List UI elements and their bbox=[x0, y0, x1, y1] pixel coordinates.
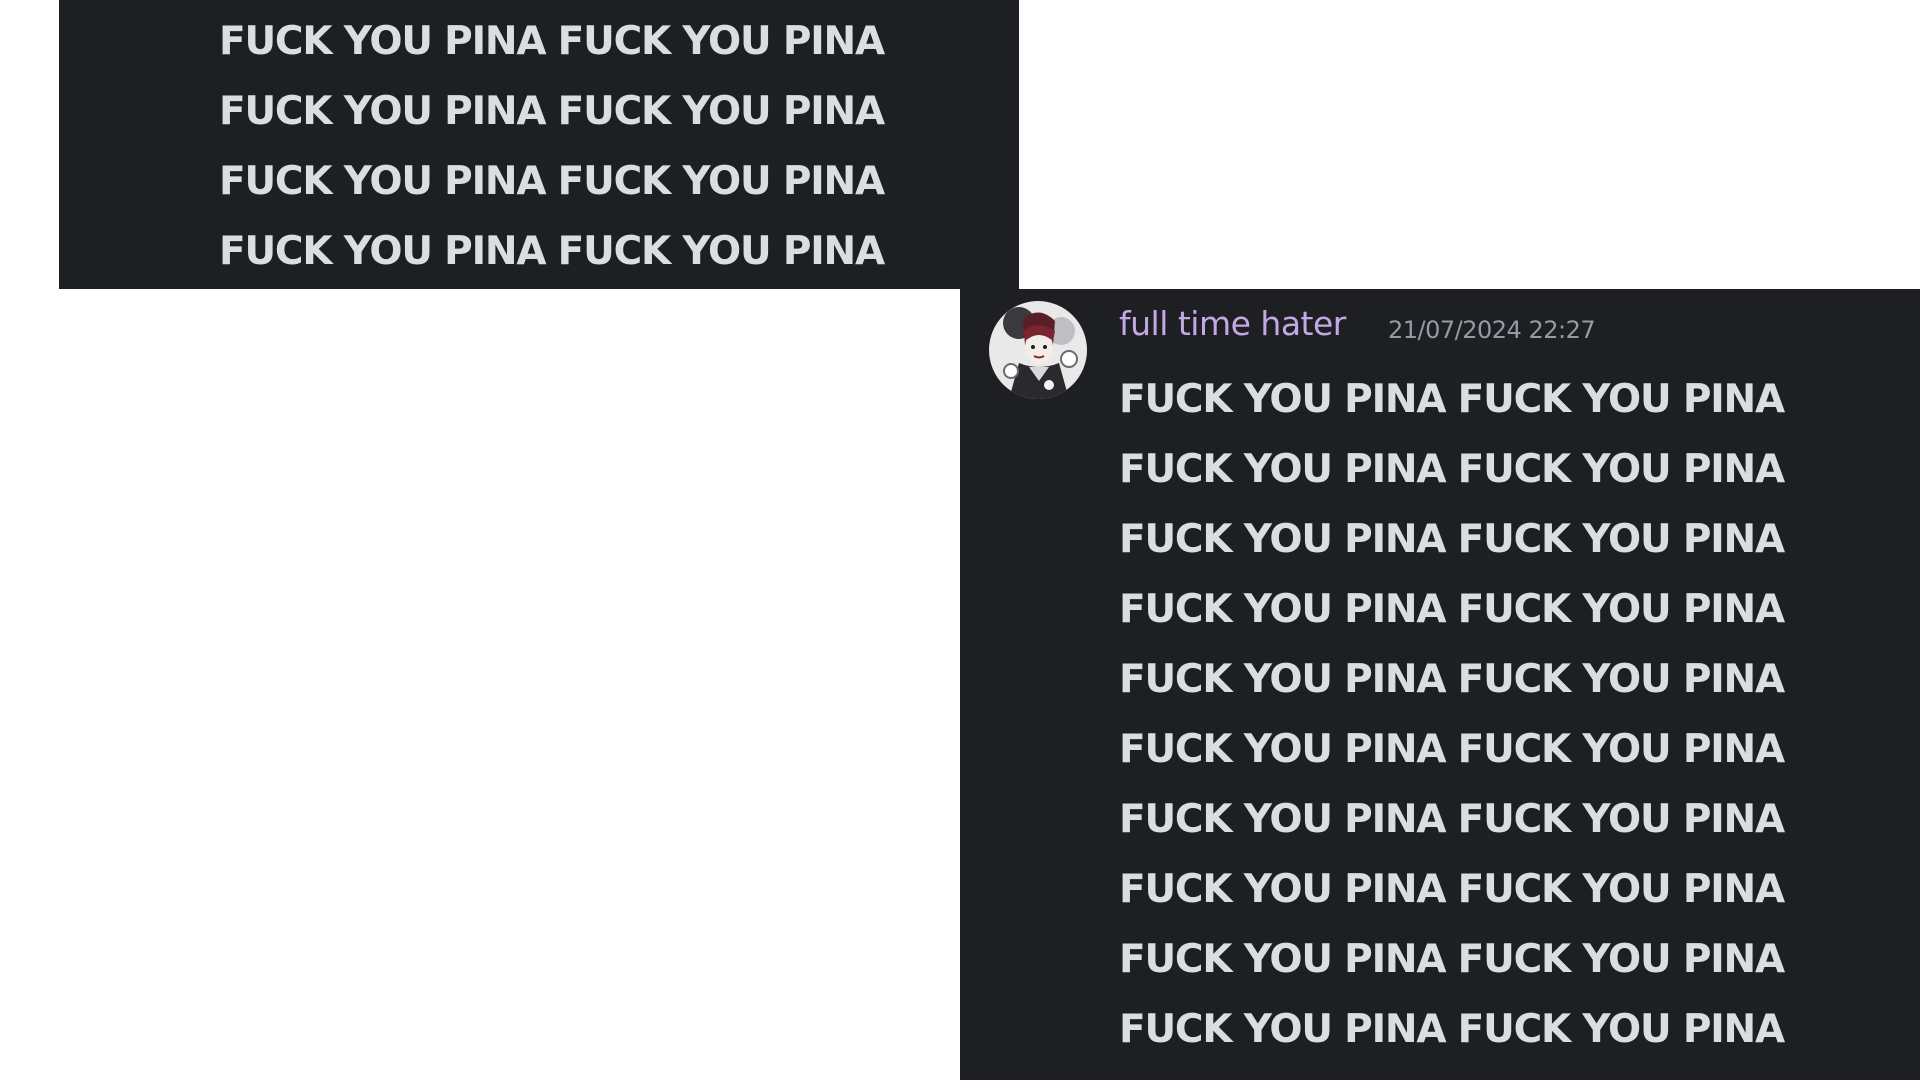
username[interactable]: full time hater bbox=[1119, 307, 1346, 340]
bottom-message-screenshot: full time hater 21/07/2024 22:27 FUCK YO… bbox=[960, 289, 1920, 1080]
message-line: FUCK YOU PINA FUCK YOU PINA bbox=[219, 89, 885, 134]
avatar-image bbox=[989, 301, 1087, 399]
message-line: FUCK YOU PINA FUCK YOU PINA bbox=[1119, 657, 1785, 702]
message-line: FUCK YOU PINA FUCK YOU PINA bbox=[1119, 377, 1785, 422]
message-line: FUCK YOU PINA FUCK YOU PINA bbox=[219, 229, 885, 274]
top-message-screenshot: FUCK YOU PINA FUCK YOU PINA FUCK YOU PIN… bbox=[59, 0, 1019, 289]
message-line: FUCK YOU PINA FUCK YOU PINA bbox=[219, 19, 885, 64]
message-line: FUCK YOU PINA FUCK YOU PINA bbox=[1119, 517, 1785, 562]
message-line: FUCK YOU PINA FUCK YOU PINA bbox=[1119, 797, 1785, 842]
message-line: FUCK YOU PINA FUCK YOU PINA bbox=[1119, 727, 1785, 772]
message-line: FUCK YOU PINA FUCK YOU PINA bbox=[1119, 587, 1785, 632]
message-line: FUCK YOU PINA FUCK YOU PINA bbox=[1119, 1007, 1785, 1052]
avatar-icon[interactable] bbox=[989, 301, 1087, 399]
message-timestamp: 21/07/2024 22:27 bbox=[1388, 316, 1596, 344]
message-line: FUCK YOU PINA FUCK YOU PINA bbox=[1119, 867, 1785, 912]
message-line: FUCK YOU PINA FUCK YOU PINA bbox=[1119, 447, 1785, 492]
message-line: FUCK YOU PINA FUCK YOU PINA bbox=[1119, 937, 1785, 982]
message-line: FUCK YOU PINA FUCK YOU PINA bbox=[219, 159, 885, 204]
